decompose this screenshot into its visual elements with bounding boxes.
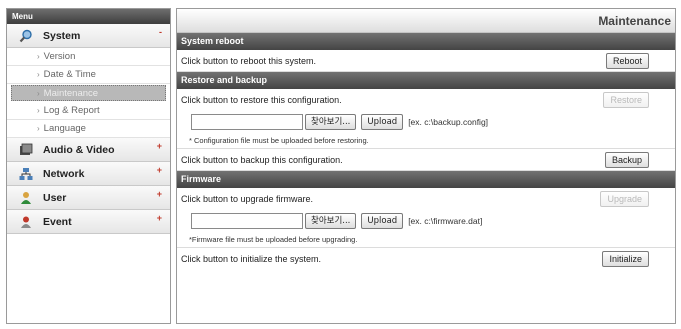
arrow-icon: › <box>37 124 40 133</box>
section-header-restore-backup: Restore and backup <box>177 72 675 89</box>
backup-button[interactable]: Backup <box>604 151 649 168</box>
expand-icon[interactable]: + <box>157 165 162 175</box>
firmware-browse-button[interactable]: 찾아보기... <box>305 213 357 229</box>
sidebar-item-language[interactable]: › Language <box>7 120 170 138</box>
sidebar-category-system[interactable]: System - <box>7 24 170 48</box>
reboot-description: Click button to reboot this system. <box>181 55 317 66</box>
sidebar-item-label: Version <box>43 51 76 62</box>
restore-example-hint: [ex. c:\backup.config] <box>408 117 489 127</box>
firmware-description: Click button to upgrade firmware. <box>181 194 314 204</box>
arrow-icon: › <box>37 88 40 98</box>
reboot-row: Click button to reboot this system. Rebo… <box>177 50 675 72</box>
expand-icon[interactable]: + <box>157 213 162 223</box>
reboot-button[interactable]: Reboot <box>605 52 649 69</box>
restore-upload-button[interactable]: Upload <box>361 114 404 130</box>
user-icon <box>19 191 33 205</box>
film-icon <box>19 143 33 157</box>
firmware-upload-button[interactable]: Upload <box>361 213 404 229</box>
expand-icon[interactable]: + <box>157 141 162 151</box>
network-icon <box>19 167 33 181</box>
sidebar-item-maintenance[interactable]: › Maintenance <box>11 85 166 101</box>
sidebar-item-label: Language <box>43 123 86 134</box>
menu-header: Menu <box>7 9 170 24</box>
sidebar-category-label: System <box>43 29 81 42</box>
page-title: Maintenance <box>177 9 675 33</box>
sidebar-category-label: Audio & Video <box>43 143 115 156</box>
initialize-description: Click button to initialize the system. <box>181 254 322 264</box>
firmware-row: Click button to upgrade firmware. Upgrad… <box>177 188 675 210</box>
sidebar-category-audio-video[interactable]: Audio & Video + <box>7 138 170 162</box>
sidebar-item-date-time[interactable]: › Date & Time <box>7 66 170 84</box>
firmware-example-hint: [ex. c:\firmware.dat] <box>408 216 483 226</box>
arrow-icon: › <box>37 70 40 79</box>
restore-file-input[interactable] <box>191 114 303 130</box>
sidebar-item-label: Log & Report <box>43 105 100 116</box>
restore-row: Click button to restore this configurati… <box>177 89 675 111</box>
restore-browse-button[interactable]: 찾아보기... <box>305 114 357 130</box>
firmware-upload-line: 찾아보기... Upload [ex. c:\firmware.dat] <box>177 210 675 232</box>
sidebar-item-label: Maintenance <box>43 87 99 99</box>
section-header-firmware: Firmware <box>177 171 675 188</box>
system-magnifier-icon <box>19 29 33 43</box>
backup-row: Click button to backup this configuratio… <box>177 149 675 171</box>
sidebar-item-log-report[interactable]: › Log & Report <box>7 102 170 120</box>
sidebar-category-label: Event <box>43 215 72 228</box>
initialize-button[interactable]: Initialize <box>602 251 649 267</box>
restore-note: * Configuration file must be uploaded be… <box>177 133 675 149</box>
expand-icon[interactable]: + <box>157 189 162 199</box>
initialize-row: Click button to initialize the system. I… <box>177 248 675 270</box>
firmware-file-input[interactable] <box>191 213 303 229</box>
restore-button[interactable]: Restore <box>603 92 649 108</box>
sidebar-category-label: Network <box>43 167 85 180</box>
collapse-icon[interactable]: - <box>159 27 162 37</box>
backup-description: Click button to backup this configuratio… <box>181 154 343 165</box>
sidebar-category-label: User <box>43 191 67 204</box>
firmware-note: *Firmware file must be uploaded before u… <box>177 232 675 248</box>
restore-description: Click button to restore this configurati… <box>181 95 342 105</box>
sidebar-item-label: Date & Time <box>43 69 96 80</box>
maintenance-panel: Maintenance System reboot Click button t… <box>176 8 676 324</box>
upgrade-button[interactable]: Upgrade <box>600 191 649 207</box>
sidebar-category-network[interactable]: Network + <box>7 162 170 186</box>
arrow-icon: › <box>37 106 40 115</box>
sidebar-category-user[interactable]: User + <box>7 186 170 210</box>
sidebar-item-version[interactable]: › Version <box>7 48 170 66</box>
restore-upload-line: 찾아보기... Upload [ex. c:\backup.config] <box>177 111 675 133</box>
event-icon <box>19 215 33 229</box>
sidebar-menu: Menu System - › Version › Date & Time › Mai… <box>6 8 171 324</box>
section-header-system-reboot: System reboot <box>177 33 675 50</box>
sidebar-category-event[interactable]: Event + <box>7 210 170 234</box>
arrow-icon: › <box>37 52 40 61</box>
